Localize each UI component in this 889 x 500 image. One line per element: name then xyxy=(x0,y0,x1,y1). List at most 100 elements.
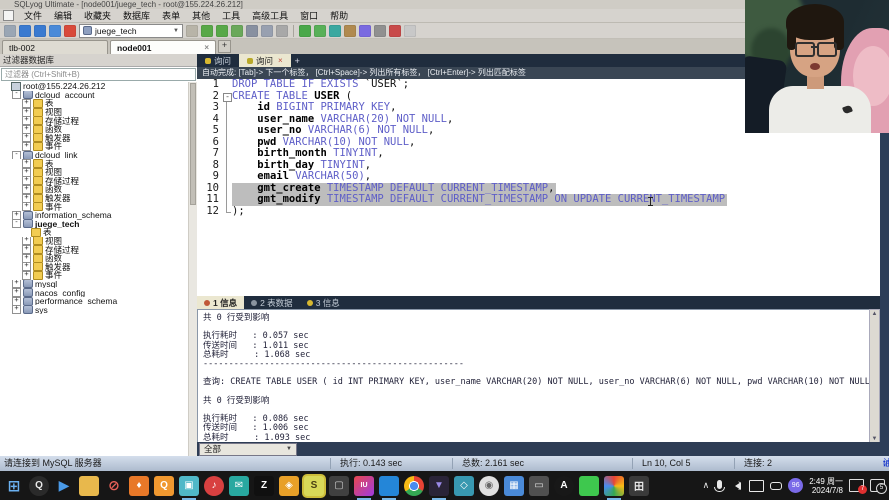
tree-item-视图[interactable]: +视图 xyxy=(1,168,188,177)
results-tab-2[interactable]: 2 表数据 xyxy=(244,296,300,309)
expand-toggle-icon[interactable]: + xyxy=(22,254,31,263)
expand-toggle-icon[interactable]: - xyxy=(12,91,21,100)
expand-toggle-icon[interactable]: + xyxy=(22,194,31,203)
pinwheel-app[interactable] xyxy=(604,476,624,496)
tree-item-事件[interactable]: +事件 xyxy=(1,202,188,211)
volume-icon[interactable] xyxy=(731,482,741,490)
purple-app[interactable]: ▼ xyxy=(429,476,449,496)
menu-item-表单[interactable]: 表单 xyxy=(156,9,186,22)
execute-icon[interactable] xyxy=(231,25,243,37)
grid-app[interactable]: 田 xyxy=(629,476,649,496)
tree-item-事件[interactable]: +事件 xyxy=(1,142,188,151)
db-sync-green-icon[interactable] xyxy=(299,25,311,37)
expand-toggle-icon[interactable]: + xyxy=(12,297,21,306)
expand-toggle-icon[interactable]: + xyxy=(22,262,31,271)
expand-toggle-icon[interactable]: + xyxy=(12,305,21,314)
expand-toggle-icon[interactable]: + xyxy=(22,271,31,280)
tree-item-表[interactable]: +表 xyxy=(1,159,188,168)
refresh-green2-icon[interactable] xyxy=(216,25,228,37)
window-split-icon[interactable] xyxy=(276,25,288,37)
expand-toggle-icon[interactable]: + xyxy=(22,185,31,194)
tree-item-触发器[interactable]: +触发器 xyxy=(1,194,188,203)
query-builder-icon[interactable] xyxy=(389,25,401,37)
cube-app[interactable]: ◇ xyxy=(454,476,474,496)
query-tab-1[interactable]: 询问 xyxy=(197,54,239,67)
tree-item-函数[interactable]: +函数 xyxy=(1,185,188,194)
window-app[interactable]: ▢ xyxy=(329,476,349,496)
menu-item-编辑[interactable]: 编辑 xyxy=(48,9,78,22)
table-view-icon[interactable] xyxy=(261,25,273,37)
globe-blue-icon[interactable] xyxy=(19,25,31,37)
tree-item-函数[interactable]: +函数 xyxy=(1,125,188,134)
fold-margin[interactable]: - xyxy=(222,91,232,103)
menu-item-收藏夹[interactable]: 收藏夹 xyxy=(78,9,117,22)
intellij-idea-app[interactable]: IU xyxy=(354,476,374,496)
expand-toggle-icon[interactable]: + xyxy=(12,211,21,220)
file-explorer-app[interactable] xyxy=(79,476,99,496)
new-query-tab-button[interactable]: + xyxy=(291,54,304,67)
sidebar-scrollbar[interactable] xyxy=(188,82,197,456)
menu-item-工具[interactable]: 工具 xyxy=(216,9,246,22)
diagram-app[interactable]: ♦ xyxy=(129,476,149,496)
schema-sync-icon[interactable] xyxy=(374,25,386,37)
search-tool-app[interactable]: Q xyxy=(154,476,174,496)
tree-item-information_schema[interactable]: +information_schema xyxy=(1,211,188,220)
new-connection-tab-button[interactable]: + xyxy=(218,40,231,53)
results-filter-dropdown[interactable]: 全部 ▼ xyxy=(199,443,297,456)
tree-item-performance_schema[interactable]: +performance_schema xyxy=(1,297,188,306)
user-add-icon[interactable] xyxy=(186,25,198,37)
import-export-icon[interactable] xyxy=(329,25,341,37)
user-manager-icon[interactable] xyxy=(359,25,371,37)
close-icon[interactable]: × xyxy=(278,56,283,65)
tree-item-sys[interactable]: +sys xyxy=(1,305,188,314)
scroll-up-icon[interactable]: ▲ xyxy=(872,311,878,317)
tree-item-事件[interactable]: +事件 xyxy=(1,271,188,280)
a-circle-app[interactable]: A xyxy=(554,476,574,496)
ball-app[interactable]: ◉ xyxy=(479,476,499,496)
tree-item-函数[interactable]: +函数 xyxy=(1,254,188,263)
red-circle-app[interactable]: ⊘ xyxy=(104,476,124,496)
refresh-green-icon[interactable] xyxy=(201,25,213,37)
tree-item-触发器[interactable]: +触发器 xyxy=(1,134,188,143)
query-tab-2[interactable]: 询问× xyxy=(239,54,291,67)
search-button[interactable]: Q xyxy=(29,476,49,496)
expand-toggle-icon[interactable]: + xyxy=(22,108,31,117)
editor-line-12[interactable]: 12); xyxy=(197,206,880,218)
media-player-app[interactable]: ▶ xyxy=(54,476,74,496)
db-copy-icon[interactable] xyxy=(314,25,326,37)
designer-icon[interactable] xyxy=(404,25,416,37)
fold-collapse-icon[interactable]: - xyxy=(223,93,232,102)
music-app[interactable]: ♪ xyxy=(204,476,224,496)
connection-tab-node001[interactable]: node001× xyxy=(110,40,216,54)
tree-item-nacos_config[interactable]: +nacos_config xyxy=(1,288,188,297)
message-center-icon[interactable]: 5 xyxy=(870,479,885,492)
tree-item-dcloud_account[interactable]: -dcloud_account xyxy=(1,91,188,100)
database-selector[interactable]: juege_tech ▼ xyxy=(79,24,183,38)
microphone-icon[interactable] xyxy=(717,480,722,489)
save-icon[interactable] xyxy=(246,25,258,37)
expand-toggle-icon[interactable]: + xyxy=(22,202,31,211)
blue-square-app[interactable]: ▦ xyxy=(504,476,524,496)
close-icon[interactable]: × xyxy=(204,43,209,52)
backup-icon[interactable] xyxy=(344,25,356,37)
photo-app[interactable]: ▣ xyxy=(179,476,199,496)
chevron-up-icon[interactable]: ∧ xyxy=(703,480,710,491)
expand-toggle-icon[interactable]: + xyxy=(22,116,31,125)
new-connection-icon[interactable] xyxy=(4,25,16,37)
expand-toggle-icon[interactable]: + xyxy=(22,245,31,254)
tree-item-表[interactable]: +表 xyxy=(1,99,188,108)
vscode-app[interactable] xyxy=(379,476,399,496)
menu-item-高级工具[interactable]: 高级工具 xyxy=(246,9,294,22)
tree-item-触发器[interactable]: +触发器 xyxy=(1,262,188,271)
link-icon[interactable] xyxy=(770,482,782,490)
tree-item-存储过程[interactable]: +存储过程 xyxy=(1,245,188,254)
sidebar-scrollbar-thumb[interactable] xyxy=(190,83,196,205)
tree-item-表[interactable]: 表 xyxy=(1,228,188,237)
tree-item-juege_tech[interactable]: -juege_tech xyxy=(1,220,188,229)
expand-toggle-icon[interactable]: + xyxy=(22,159,31,168)
tree-item-root@155.224.26.212[interactable]: root@155.224.26.212 xyxy=(1,82,188,91)
menu-item-窗口[interactable]: 窗口 xyxy=(294,9,324,22)
globe-blue2-icon[interactable] xyxy=(34,25,46,37)
windows-colors-icon[interactable] xyxy=(64,25,76,37)
start-button[interactable]: ⊞ xyxy=(4,476,24,496)
